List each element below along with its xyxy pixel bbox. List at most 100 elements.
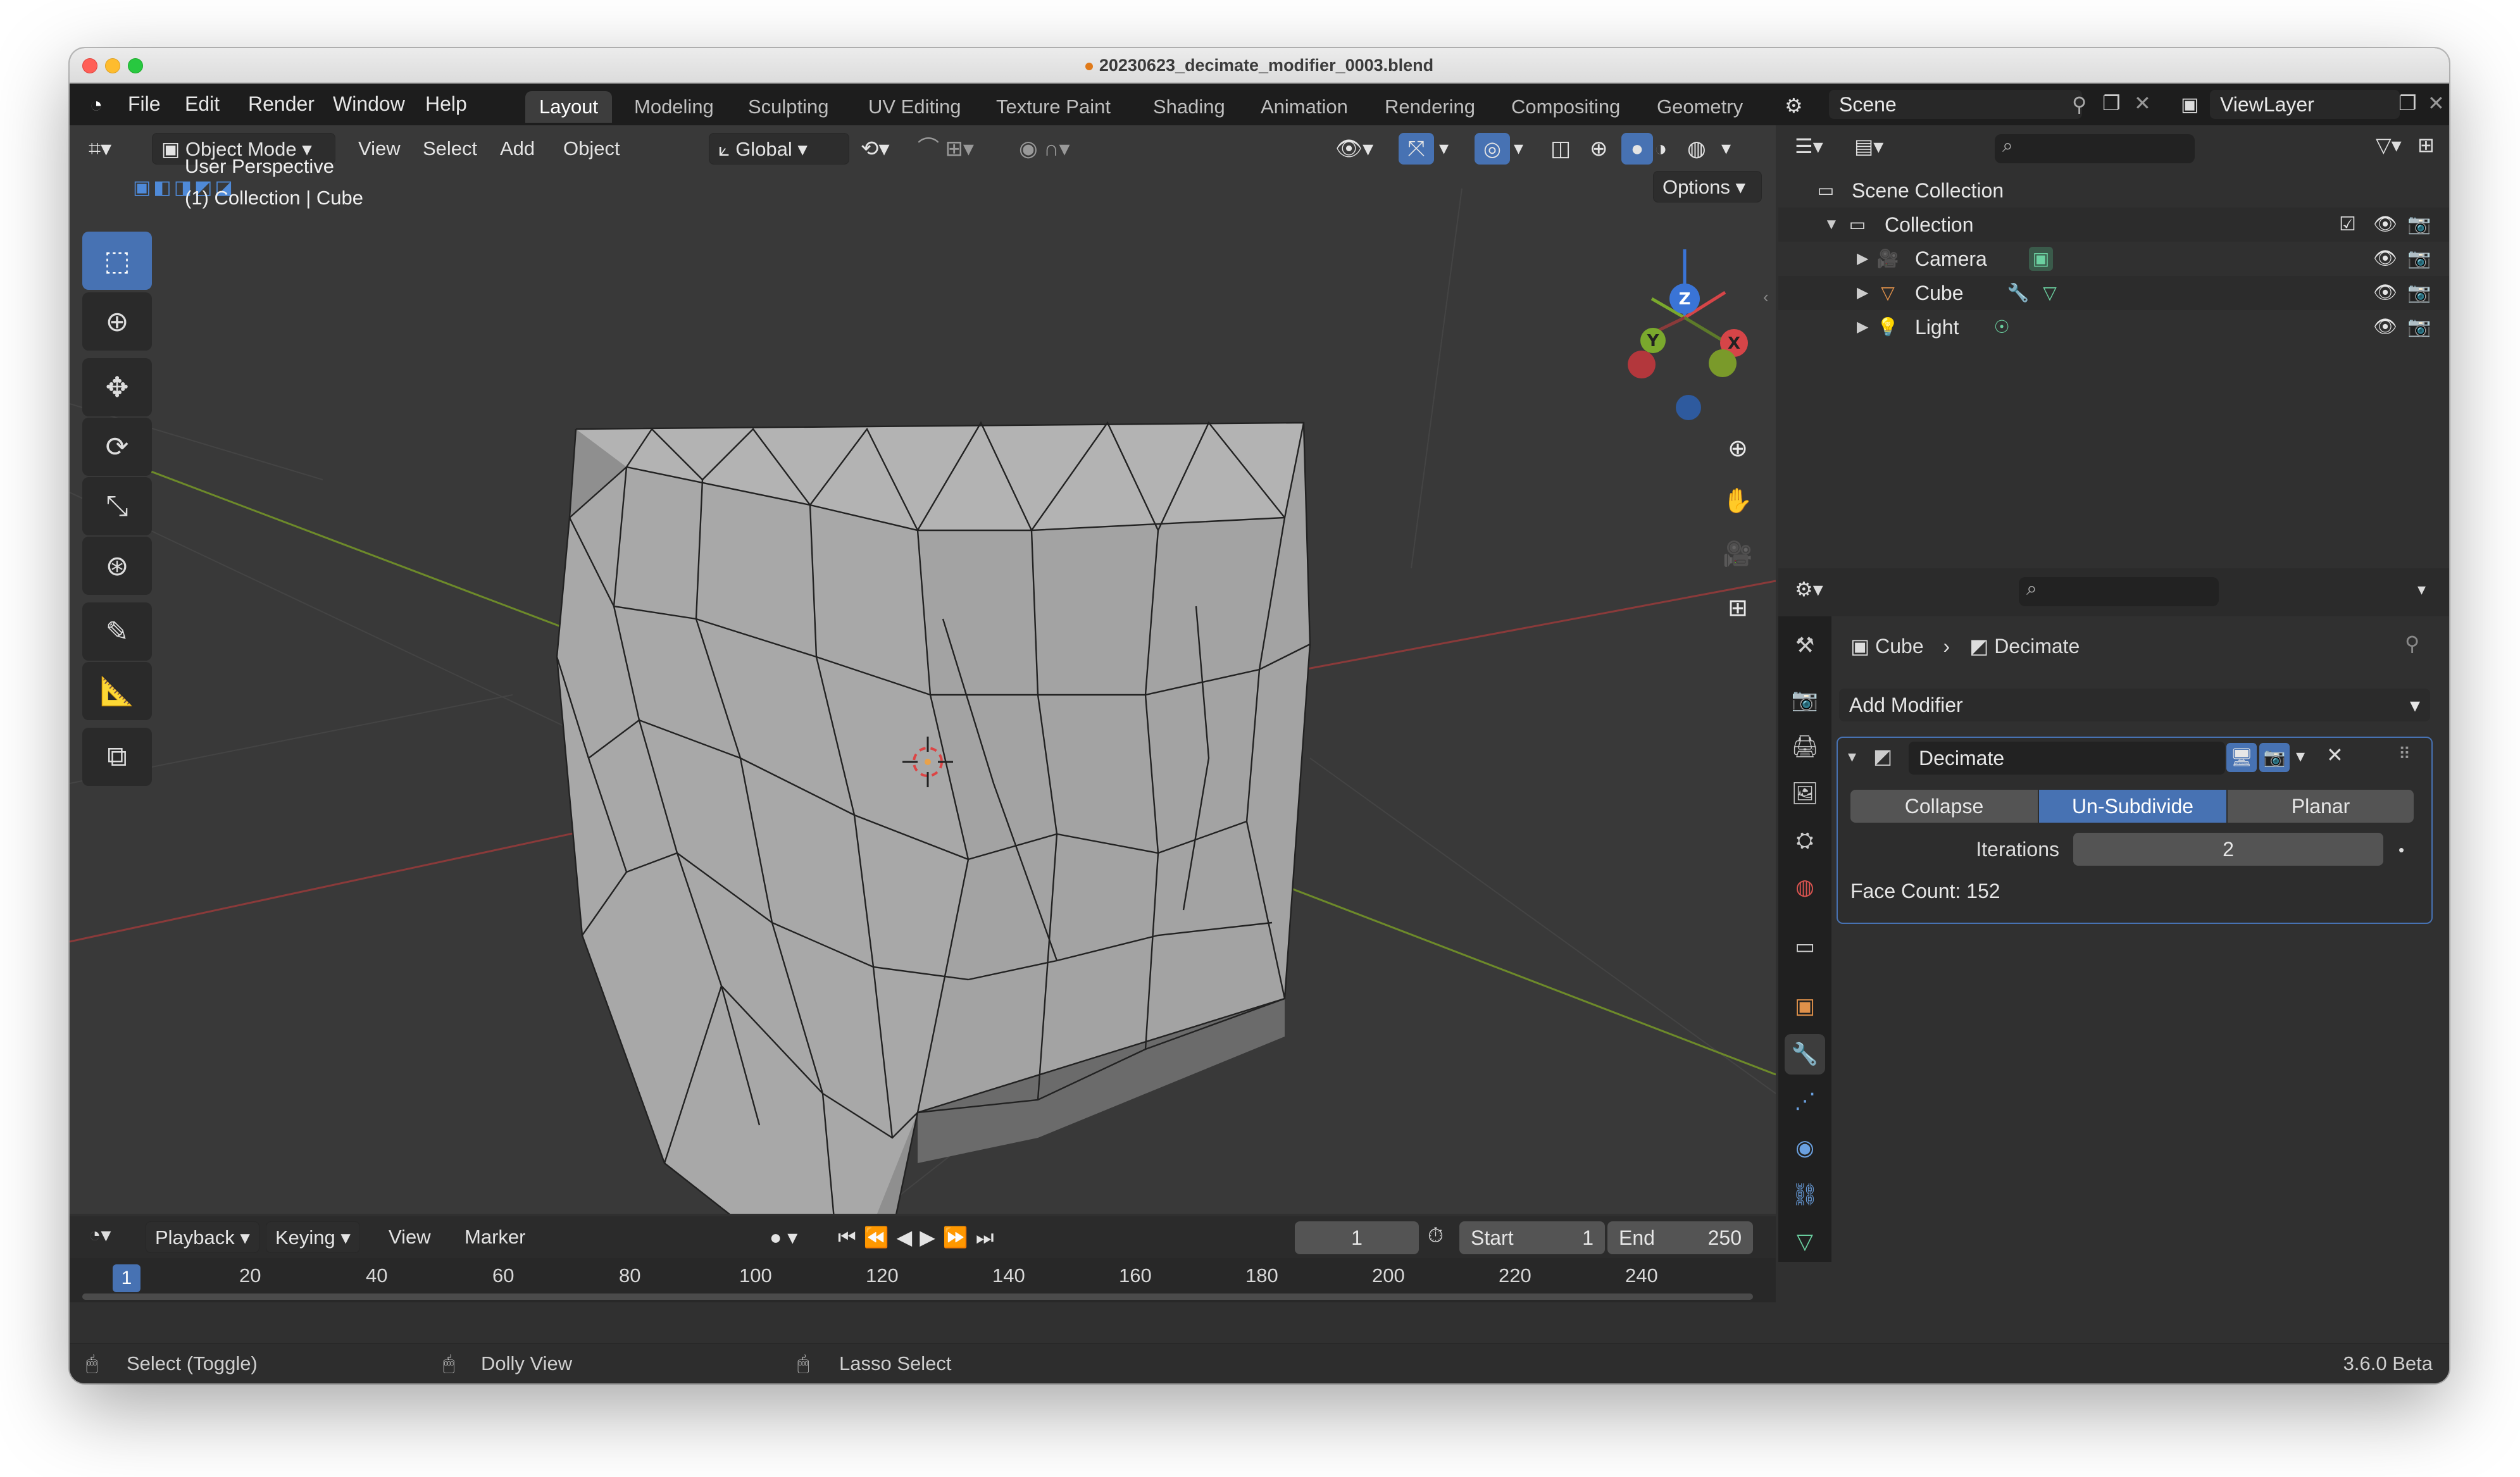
menu-file[interactable]: File	[120, 90, 168, 118]
new-collection-icon[interactable]: ⊞	[2417, 133, 2435, 157]
jump-start-icon[interactable]: ⏮	[838, 1226, 864, 1249]
solid-shading-icon[interactable]: ●	[1621, 133, 1653, 165]
particles-tab-icon[interactable]: ⋰	[1785, 1081, 1825, 1121]
proportional-edit-icon[interactable]: ◉ ∩▾	[1019, 133, 1070, 165]
pivot-point-icon[interactable]: ⟲▾	[861, 133, 890, 165]
3d-viewport[interactable]: Z Y X ⌗▾ ▣ Object Mode ▾ View Select Add…	[70, 125, 1776, 1214]
menu-object[interactable]: Object	[557, 133, 627, 165]
tab-animation[interactable]: Animation	[1247, 91, 1362, 123]
camera-render-icon[interactable]: 📷	[2407, 242, 2431, 276]
jump-end-icon[interactable]: ⏭	[976, 1226, 1002, 1249]
end-frame-field[interactable]: End 250	[1607, 1221, 1753, 1254]
collection-checkbox-icon[interactable]: ☑	[2339, 208, 2356, 242]
outliner-row-cube[interactable]: ▶ ▽ Cube 🔧 ▽ 👁 📷	[1778, 276, 2449, 310]
camera-view-icon[interactable]: 🎥	[1715, 532, 1761, 577]
shading-dropdown-icon[interactable]: ▾	[1721, 133, 1731, 165]
annotate-tool-icon[interactable]: ✎	[82, 602, 152, 661]
physics-tab-icon[interactable]: ◉	[1785, 1128, 1825, 1168]
overlays-dropdown-icon[interactable]: ▾	[1514, 133, 1523, 165]
constraints-tab-icon[interactable]: ⛓	[1785, 1175, 1825, 1215]
delete-view-layer-icon[interactable]: ✕	[2428, 91, 2445, 115]
snap-icon[interactable]: ⌒ ⊞▾	[918, 133, 974, 165]
keyframe-dot-icon[interactable]: •	[2398, 840, 2404, 860]
tab-compositing[interactable]: Compositing	[1497, 91, 1634, 123]
tool-tab-icon[interactable]: ⚒	[1785, 625, 1825, 666]
gizmo-neg-x-axis[interactable]	[1628, 351, 1656, 378]
outliner-row-camera[interactable]: ▶ 🎥 Camera ▣ 👁 📷	[1778, 242, 2449, 276]
gizmo-neg-z-axis[interactable]	[1676, 395, 1701, 420]
camera-visibility-eye-icon[interactable]: 👁	[2373, 242, 2397, 276]
editor-type-icon[interactable]: ⌗▾	[89, 133, 111, 165]
timeline-ruler[interactable]: 1 20 40 60 80 100 120 140 160 180 200 22…	[70, 1258, 1776, 1302]
menu-help[interactable]: Help	[418, 90, 475, 118]
overlays-toggle-icon[interactable]: ◎	[1475, 133, 1510, 165]
preview-range-icon[interactable]: ⏱	[1428, 1224, 1444, 1248]
transform-tool-icon[interactable]: ⊛	[82, 537, 152, 595]
ortho-grid-icon[interactable]: ⊞	[1715, 585, 1761, 630]
menu-edit[interactable]: Edit	[177, 90, 227, 118]
filter-icon[interactable]: ▽▾	[2376, 133, 2402, 157]
object-tab-icon[interactable]: ▣	[1785, 986, 1825, 1026]
output-tab-icon[interactable]: 🖨	[1785, 726, 1825, 767]
tab-rendering[interactable]: Rendering	[1371, 91, 1489, 123]
delete-scene-icon[interactable]: ✕	[2134, 91, 2151, 115]
playhead[interactable]: 1	[113, 1264, 140, 1292]
timeline-view-menu[interactable]: View	[382, 1221, 437, 1253]
iterations-field[interactable]: 2	[2073, 833, 2383, 866]
marker-menu[interactable]: Marker	[458, 1221, 532, 1253]
add-cube-tool-icon[interactable]: ⧉	[82, 728, 152, 786]
show-in-viewport-icon[interactable]: 🖥	[2226, 743, 2257, 772]
menu-window[interactable]: Window	[325, 90, 413, 118]
move-tool-icon[interactable]: ✥	[82, 358, 152, 416]
gizmo-toggle-icon[interactable]: ⤧	[1399, 133, 1434, 165]
prev-keyframe-icon[interactable]: ⏪	[864, 1226, 897, 1249]
navigation-gizmo[interactable]: Z Y X	[1628, 249, 1748, 420]
gizmo-dropdown-icon[interactable]: ▾	[1439, 133, 1449, 165]
outliner-row-scene-collection[interactable]: ▭ Scene Collection	[1778, 173, 2449, 208]
add-modifier-dropdown[interactable]: Add Modifier ▾	[1839, 689, 2430, 721]
playback-menu[interactable]: Playback ▾	[146, 1221, 259, 1253]
modifier-menu-icon[interactable]: ▾	[2296, 745, 2305, 766]
outliner-editor-type-icon[interactable]: ☰▾	[1795, 134, 1823, 158]
camera-data-icon[interactable]: ▣	[2029, 247, 2053, 271]
visibility-eye-icon[interactable]: 👁	[2373, 208, 2397, 242]
light-render-icon[interactable]: 📷	[2407, 310, 2431, 344]
sidebar-toggle-icon[interactable]: ‹	[1763, 287, 1769, 307]
light-visibility-eye-icon[interactable]: 👁	[2373, 310, 2397, 344]
gizmo-neg-y-axis[interactable]	[1709, 349, 1737, 377]
show-in-render-icon[interactable]: 📷	[2259, 743, 2290, 772]
cube-render-icon[interactable]: 📷	[2407, 276, 2431, 310]
collapse-modifier-icon[interactable]: ▾	[1848, 747, 1856, 766]
measure-tool-icon[interactable]: 📐	[82, 662, 152, 720]
outliner-row-light[interactable]: ▶ 💡 Light ☉ 👁 📷	[1778, 310, 2449, 344]
material-shading-icon[interactable]: ◑	[1654, 133, 1668, 165]
world-tab-icon[interactable]: ◍	[1785, 867, 1825, 907]
render-camera-icon[interactable]: 📷	[2407, 208, 2431, 242]
mode-planar-button[interactable]: Planar	[2228, 790, 2414, 823]
breadcrumb-object[interactable]: Cube	[1875, 635, 1924, 657]
scene-browse-icon[interactable]: ⚙	[1785, 94, 1803, 118]
wireframe-shading-icon[interactable]: ⊕	[1590, 133, 1608, 165]
cursor-tool-icon[interactable]: ⊕	[82, 292, 152, 351]
menu-select[interactable]: Select	[416, 133, 483, 165]
tab-texture-paint[interactable]: Texture Paint	[982, 91, 1125, 123]
rendered-shading-icon[interactable]: ◍	[1687, 133, 1706, 165]
keying-menu[interactable]: Keying ▾	[266, 1221, 360, 1253]
display-mode-icon[interactable]: ▤▾	[1854, 134, 1883, 158]
modifier-tab-icon[interactable]: 🔧	[1785, 1034, 1825, 1075]
properties-editor-type-icon[interactable]: ⚙▾	[1795, 577, 1823, 601]
collection-tab-icon[interactable]: ▭	[1785, 926, 1825, 967]
mode-unsubdivide-button[interactable]: Un-Subdivide	[2039, 790, 2226, 823]
tab-geometry[interactable]: Geometry	[1643, 91, 1757, 123]
mode-collapse-button[interactable]: Collapse	[1850, 790, 2038, 823]
zoom-icon[interactable]: ⊕	[1715, 425, 1761, 471]
visibility-icon[interactable]: 👁▾	[1335, 133, 1373, 165]
view-layer-browse-icon[interactable]: ▣	[2181, 94, 2199, 116]
outliner-row-collection[interactable]: ▼ ▭ Collection ☑ 👁 📷	[1778, 208, 2449, 242]
cube-visibility-eye-icon[interactable]: 👁	[2373, 276, 2397, 310]
data-tab-icon[interactable]: ▽	[1785, 1221, 1825, 1262]
menu-add[interactable]: Add	[494, 133, 541, 165]
remove-modifier-icon[interactable]: ✕	[2326, 743, 2343, 767]
properties-search-input[interactable]: ⌕	[2019, 577, 2219, 606]
pin-properties-icon[interactable]: ⚲	[2405, 632, 2419, 656]
